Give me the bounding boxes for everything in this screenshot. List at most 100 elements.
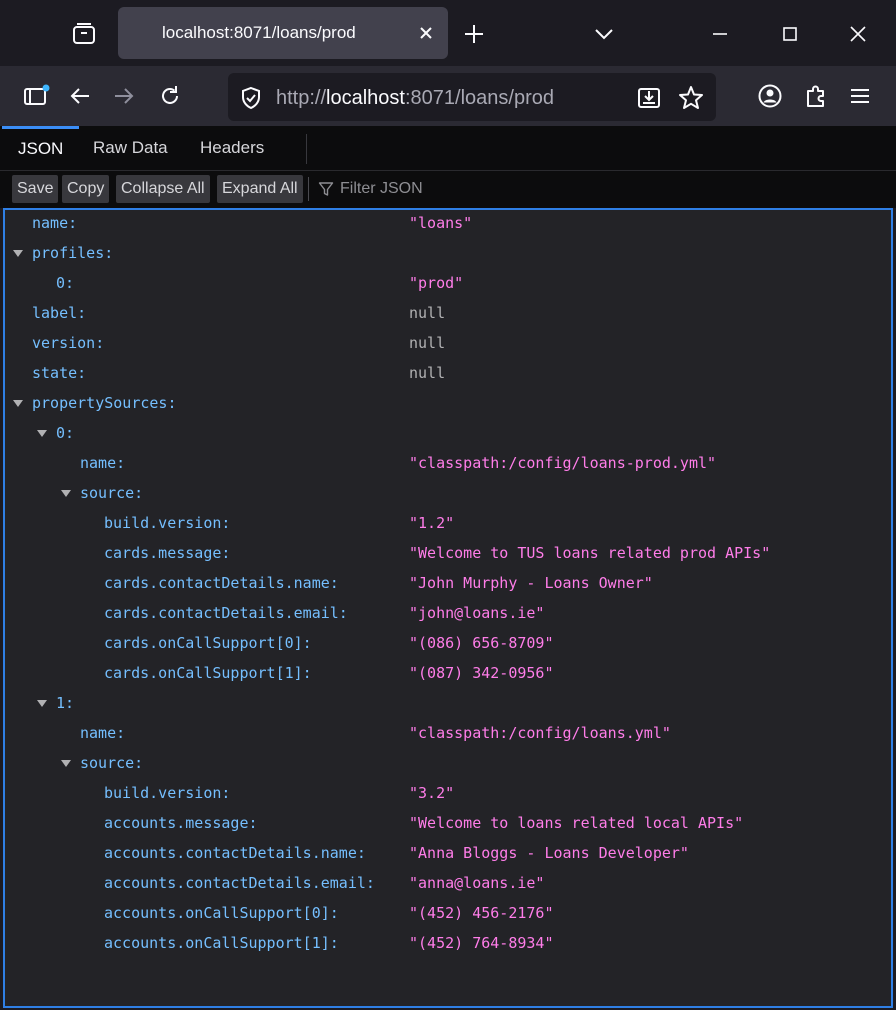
json-value: "Welcome to loans related local APIs" (409, 814, 744, 832)
json-key: cards.onCallSupport[1]: (104, 664, 312, 682)
filter-icon (318, 182, 334, 196)
tab-close-button[interactable] (414, 21, 438, 45)
json-key: label: (32, 304, 87, 322)
json-key: source: (80, 754, 144, 772)
filter-placeholder: Filter JSON (340, 180, 423, 197)
url-text[interactable]: http://localhost:8071/loans/prod (276, 87, 554, 110)
firefox-view-button[interactable] (62, 14, 106, 54)
json-key: name: (80, 454, 126, 472)
json-row[interactable]: profiles: (5, 238, 891, 268)
shield-icon[interactable] (236, 83, 266, 113)
page-save-icon[interactable] (634, 83, 664, 113)
json-value: null (409, 334, 446, 352)
json-row[interactable]: accounts.contactDetails.name: "Anna Blogg… (5, 838, 891, 868)
maximize-button[interactable] (768, 12, 812, 56)
json-value: "(452) 764-8934" (409, 934, 554, 952)
json-row[interactable]: build.version: "3.2" (5, 778, 891, 808)
close-icon (850, 26, 866, 42)
json-row[interactable]: 0: "prod" (5, 268, 891, 298)
copy-button[interactable]: Copy (62, 175, 110, 203)
json-value: "john@loans.ie" (409, 604, 545, 622)
json-key: accounts.contactDetails.name: (104, 844, 366, 862)
json-row[interactable]: source: (5, 478, 891, 508)
json-key: accounts.onCallSupport[1]: (104, 934, 339, 952)
account-icon (758, 84, 782, 108)
json-row[interactable]: source: (5, 748, 891, 778)
json-row[interactable]: accounts.contactDetails.email: "anna@loan… (5, 868, 891, 898)
json-row[interactable]: name: "classpath:/config/loans-prod.yml" (5, 448, 891, 478)
json-row[interactable]: cards.onCallSupport[0]: "(086) 656-8709" (5, 628, 891, 658)
json-row[interactable]: accounts.message: "Welcome to loans relat… (5, 808, 891, 838)
back-button[interactable] (60, 76, 100, 116)
json-row[interactable]: accounts.onCallSupport[1]: "(452) 764-893… (5, 928, 891, 958)
expand-toggle-icon[interactable] (12, 388, 24, 418)
json-row[interactable]: name: "loans" (5, 208, 891, 238)
json-viewer-tabs: JSON Raw Data Headers (0, 126, 896, 170)
json-row[interactable]: version: null (5, 328, 891, 358)
json-key: propertySources: (32, 394, 177, 412)
url-path: :8071/loans/prod (404, 87, 554, 109)
toolbar-separator (308, 177, 309, 201)
json-row[interactable]: accounts.onCallSupport[0]: "(452) 456-217… (5, 898, 891, 928)
reload-icon (162, 86, 178, 104)
json-row[interactable]: cards.contactDetails.email: "john@loans.i… (5, 598, 891, 628)
url-bar[interactable]: http://localhost:8071/loans/prod (228, 73, 716, 121)
json-key: accounts.contactDetails.email: (104, 874, 375, 892)
browser-tab-active[interactable]: localhost:8071/loans/prod (118, 7, 448, 59)
json-key: source: (80, 484, 144, 502)
expand-toggle-icon[interactable] (36, 418, 48, 448)
tab-separator (306, 134, 307, 164)
expand-toggle-icon[interactable] (60, 748, 72, 778)
forward-button[interactable] (104, 76, 144, 116)
reload-button[interactable] (150, 76, 190, 116)
tab-json[interactable]: JSON (2, 126, 80, 170)
json-row[interactable]: cards.onCallSupport[1]: "(087) 342-0956" (5, 658, 891, 688)
json-value: "John Murphy - Loans Owner" (409, 574, 653, 592)
bookmark-star-icon[interactable] (676, 83, 706, 113)
expand-toggle-icon[interactable] (60, 478, 72, 508)
expand-toggle-icon[interactable] (12, 238, 24, 268)
json-key: version: (32, 334, 105, 352)
json-row[interactable]: 0: (5, 418, 891, 448)
tab-headers[interactable]: Headers (184, 126, 280, 170)
json-row[interactable]: build.version: "1.2" (5, 508, 891, 538)
json-row[interactable]: cards.message: "Welcome to TUS loans rela… (5, 538, 891, 568)
collapse-all-button[interactable]: Collapse All (116, 175, 210, 203)
json-value: null (409, 364, 446, 382)
account-button[interactable] (750, 76, 790, 116)
json-row[interactable]: 1: (5, 688, 891, 718)
json-key: accounts.onCallSupport[0]: (104, 904, 339, 922)
expand-toggle-icon[interactable] (36, 688, 48, 718)
json-key: cards.message: (104, 544, 231, 562)
sidebar-toggle-button[interactable] (16, 76, 56, 116)
json-row[interactable]: name: "classpath:/config/loans.yml" (5, 718, 891, 748)
save-button[interactable]: Save (12, 175, 59, 203)
arrow-right-icon (115, 88, 134, 104)
json-value: "1.2" (409, 514, 455, 532)
maximize-icon (783, 27, 797, 41)
close-window-button[interactable] (836, 12, 880, 56)
app-menu-button[interactable] (840, 76, 880, 116)
json-row[interactable]: propertySources: (5, 388, 891, 418)
json-key: name: (80, 724, 126, 742)
json-value: "loans" (409, 214, 473, 232)
tab-raw-data[interactable]: Raw Data (77, 126, 184, 170)
json-row[interactable]: label: null (5, 298, 891, 328)
json-row[interactable]: state: null (5, 358, 891, 388)
json-key: state: (32, 364, 87, 382)
json-value: "(086) 656-8709" (409, 634, 554, 652)
tab-strip: localhost:8071/loans/prod (0, 0, 896, 66)
json-value: "(087) 342-0956" (409, 664, 554, 682)
json-row[interactable]: cards.contactDetails.name: "John Murphy -… (5, 568, 891, 598)
filter-json-input[interactable]: Filter JSON (318, 177, 423, 201)
minimize-button[interactable] (698, 12, 742, 56)
extensions-button[interactable] (796, 76, 836, 116)
expand-all-button[interactable]: Expand All (217, 175, 303, 203)
list-all-tabs-button[interactable] (584, 14, 624, 54)
json-value: null (409, 304, 446, 322)
json-value: "prod" (409, 274, 464, 292)
json-key: accounts.message: (104, 814, 258, 832)
new-tab-button[interactable] (454, 14, 494, 54)
chevron-down-icon (595, 29, 613, 40)
json-value: "classpath:/config/loans.yml" (409, 724, 671, 742)
